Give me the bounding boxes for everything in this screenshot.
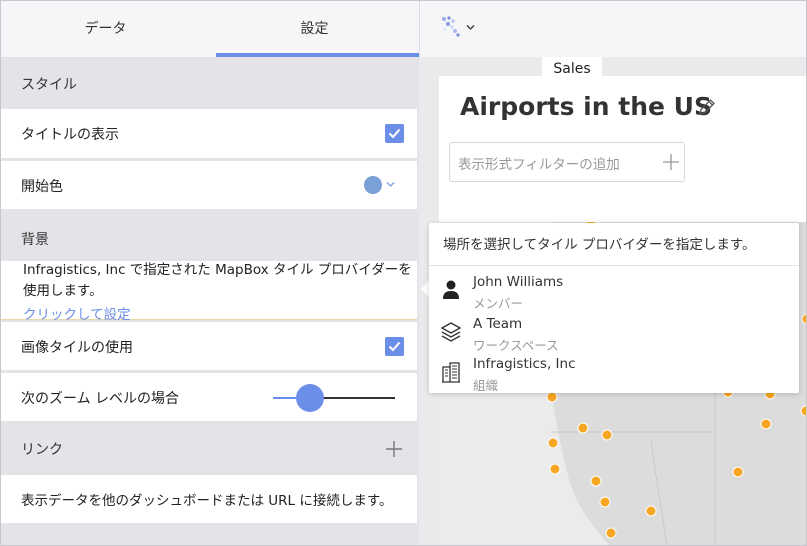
use-image-tiles-checkbox[interactable]	[385, 337, 404, 356]
add-link-icon[interactable]	[385, 440, 403, 458]
app-window: データ 設定 スタイル タイトルの表示 開始色 背景 Infragistics,…	[0, 0, 807, 546]
tab-data[interactable]: データ	[1, 1, 210, 57]
popup-divider	[429, 265, 799, 266]
popup-item-name: John Williams	[473, 274, 564, 290]
pencil-icon[interactable]	[697, 97, 717, 117]
tile-provider-popup: 場所を選択してタイル プロバイダーを指定します。 John Williams メ…	[429, 223, 799, 393]
filter-placeholder: 表示形式フィルターの追加	[458, 157, 620, 173]
zoom-level-label: 次のズーム レベルの場合	[21, 391, 180, 407]
background-heading: 背景	[21, 232, 49, 248]
check-icon	[388, 128, 401, 139]
start-color-swatch[interactable]	[364, 176, 382, 194]
zoom-slider-thumb[interactable]	[295, 384, 324, 412]
layers-icon	[441, 322, 461, 342]
add-filter-icon[interactable]	[663, 154, 679, 170]
link-desc-row: 表示データを他のダッシュボードまたは URL に接続します。	[1, 475, 417, 523]
use-image-tiles-label: 画像タイルの使用	[21, 340, 133, 356]
configure-link[interactable]: クリックして設定	[23, 303, 131, 323]
tile-provider-info: Infragistics, Inc で指定された MapBox タイル プロバイ…	[1, 261, 417, 323]
visualization-title[interactable]: Airports in the US	[460, 92, 712, 121]
popup-header: 場所を選択してタイル プロバイダーを指定します。	[443, 237, 756, 253]
popup-item-sub: 組織	[473, 378, 499, 393]
panel-tabs: データ 設定	[1, 1, 420, 57]
link-description: 表示データを他のダッシュボードまたは URL に接続します。	[21, 493, 393, 509]
chevron-down-icon[interactable]	[386, 181, 395, 188]
zoom-level-row: 次のズーム レベルの場合	[1, 373, 417, 421]
show-title-label: タイトルの表示	[21, 127, 119, 143]
person-icon	[443, 280, 459, 299]
settings-panel: データ 設定 スタイル タイトルの表示 開始色 背景 Infragistics,…	[1, 1, 420, 545]
start-color-label: 開始色	[21, 179, 63, 195]
building-icon	[442, 362, 460, 383]
check-icon	[388, 341, 401, 352]
popup-item-workspace[interactable]: A Team ワークスペース	[429, 311, 799, 353]
chevron-down-icon[interactable]	[466, 24, 475, 31]
popup-item-name: A Team	[473, 316, 523, 332]
popup-item-member[interactable]: John Williams メンバー	[429, 269, 799, 311]
dashboard-toolbar	[420, 1, 806, 57]
show-title-row: タイトルの表示	[1, 109, 417, 158]
map-visualization-icon[interactable]	[440, 15, 462, 39]
add-filter-box[interactable]: 表示形式フィルターの追加	[449, 142, 685, 182]
use-image-tiles-row: 画像タイルの使用	[1, 322, 417, 370]
popup-item-organization[interactable]: Infragistics, Inc 組織	[429, 351, 799, 393]
tab-settings[interactable]: 設定	[210, 1, 419, 57]
link-heading: リンク	[21, 442, 63, 458]
tile-provider-text: Infragistics, Inc で指定された MapBox タイル プロバイ…	[23, 262, 412, 299]
start-color-row: 開始色	[1, 161, 417, 209]
popup-item-sub: メンバー	[473, 296, 524, 311]
show-title-checkbox[interactable]	[385, 124, 404, 143]
popup-item-name: Infragistics, Inc	[473, 356, 576, 372]
style-heading: スタイル	[21, 77, 77, 93]
